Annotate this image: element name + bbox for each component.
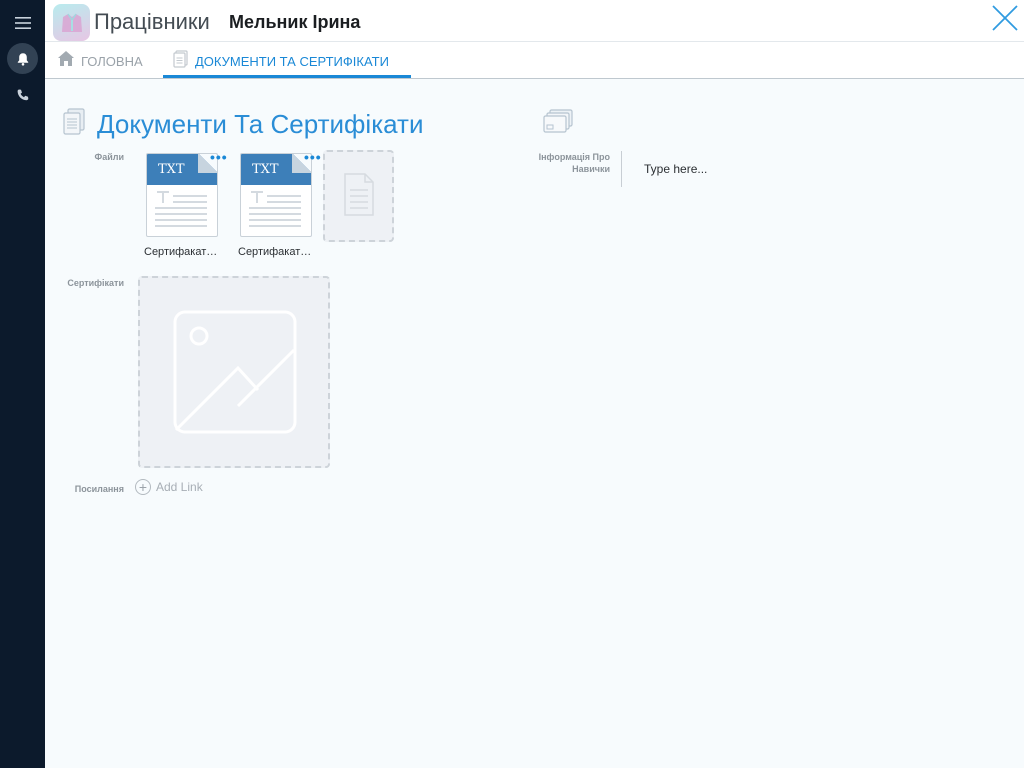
links-label: Посилання [74,484,124,494]
tab-bar: ГОЛОВНА ДОКУМЕНТИ ТА СЕРТИФІКАТИ [45,42,1024,79]
plus-circle-icon: + [135,479,151,495]
tab-home[interactable]: ГОЛОВНА [57,50,143,78]
more-options-icon[interactable]: ••• [210,150,228,164]
file-name: Сертифакат… [238,246,312,258]
record-title: Мельник Ірина [229,12,361,32]
txt-file-icon: TXT [240,153,312,237]
tab-documents-label: ДОКУМЕНТИ ТА СЕРТИФІКАТИ [195,54,389,69]
app-title: Працівники [94,9,210,34]
file-name: Сертифакат… [144,246,218,258]
add-file-dropzone[interactable] [323,150,394,242]
header-bar: Працівники Мельник Ірина [45,0,1024,42]
home-icon [57,50,75,70]
app-logo-icon [53,4,90,41]
skills-label: Інформація Про Навички [538,152,610,174]
image-placeholder-icon [173,310,297,434]
add-link-button[interactable]: + Add Link [135,479,203,495]
phone-icon[interactable] [7,79,38,110]
skills-input[interactable]: Type here... [644,162,707,176]
certificates-image-dropzone[interactable] [138,276,330,468]
documents-section-icon [62,108,86,141]
document-placeholder-icon [342,170,376,223]
file-tile[interactable]: TXT ••• Сертифакат… [144,150,227,263]
skills-section-icon [543,109,573,138]
certificates-label: Сертифікати [67,278,124,288]
tab-home-label: ГОЛОВНА [81,54,143,69]
files-label: Файли [94,152,124,162]
txt-file-icon: TXT [146,153,218,237]
documents-icon [173,50,189,71]
section-title: Документи Та Сертифікати [97,109,424,139]
more-options-icon[interactable]: ••• [304,150,322,164]
menu-icon[interactable] [7,7,38,38]
notifications-bell-icon[interactable] [7,43,38,74]
add-link-label: Add Link [156,480,203,494]
close-icon[interactable] [990,3,1020,33]
file-tile[interactable]: TXT ••• Сертифакат… [238,150,321,263]
left-rail [0,0,45,768]
field-divider [621,151,622,187]
tab-documents[interactable]: ДОКУМЕНТИ ТА СЕРТИФІКАТИ [163,50,411,78]
